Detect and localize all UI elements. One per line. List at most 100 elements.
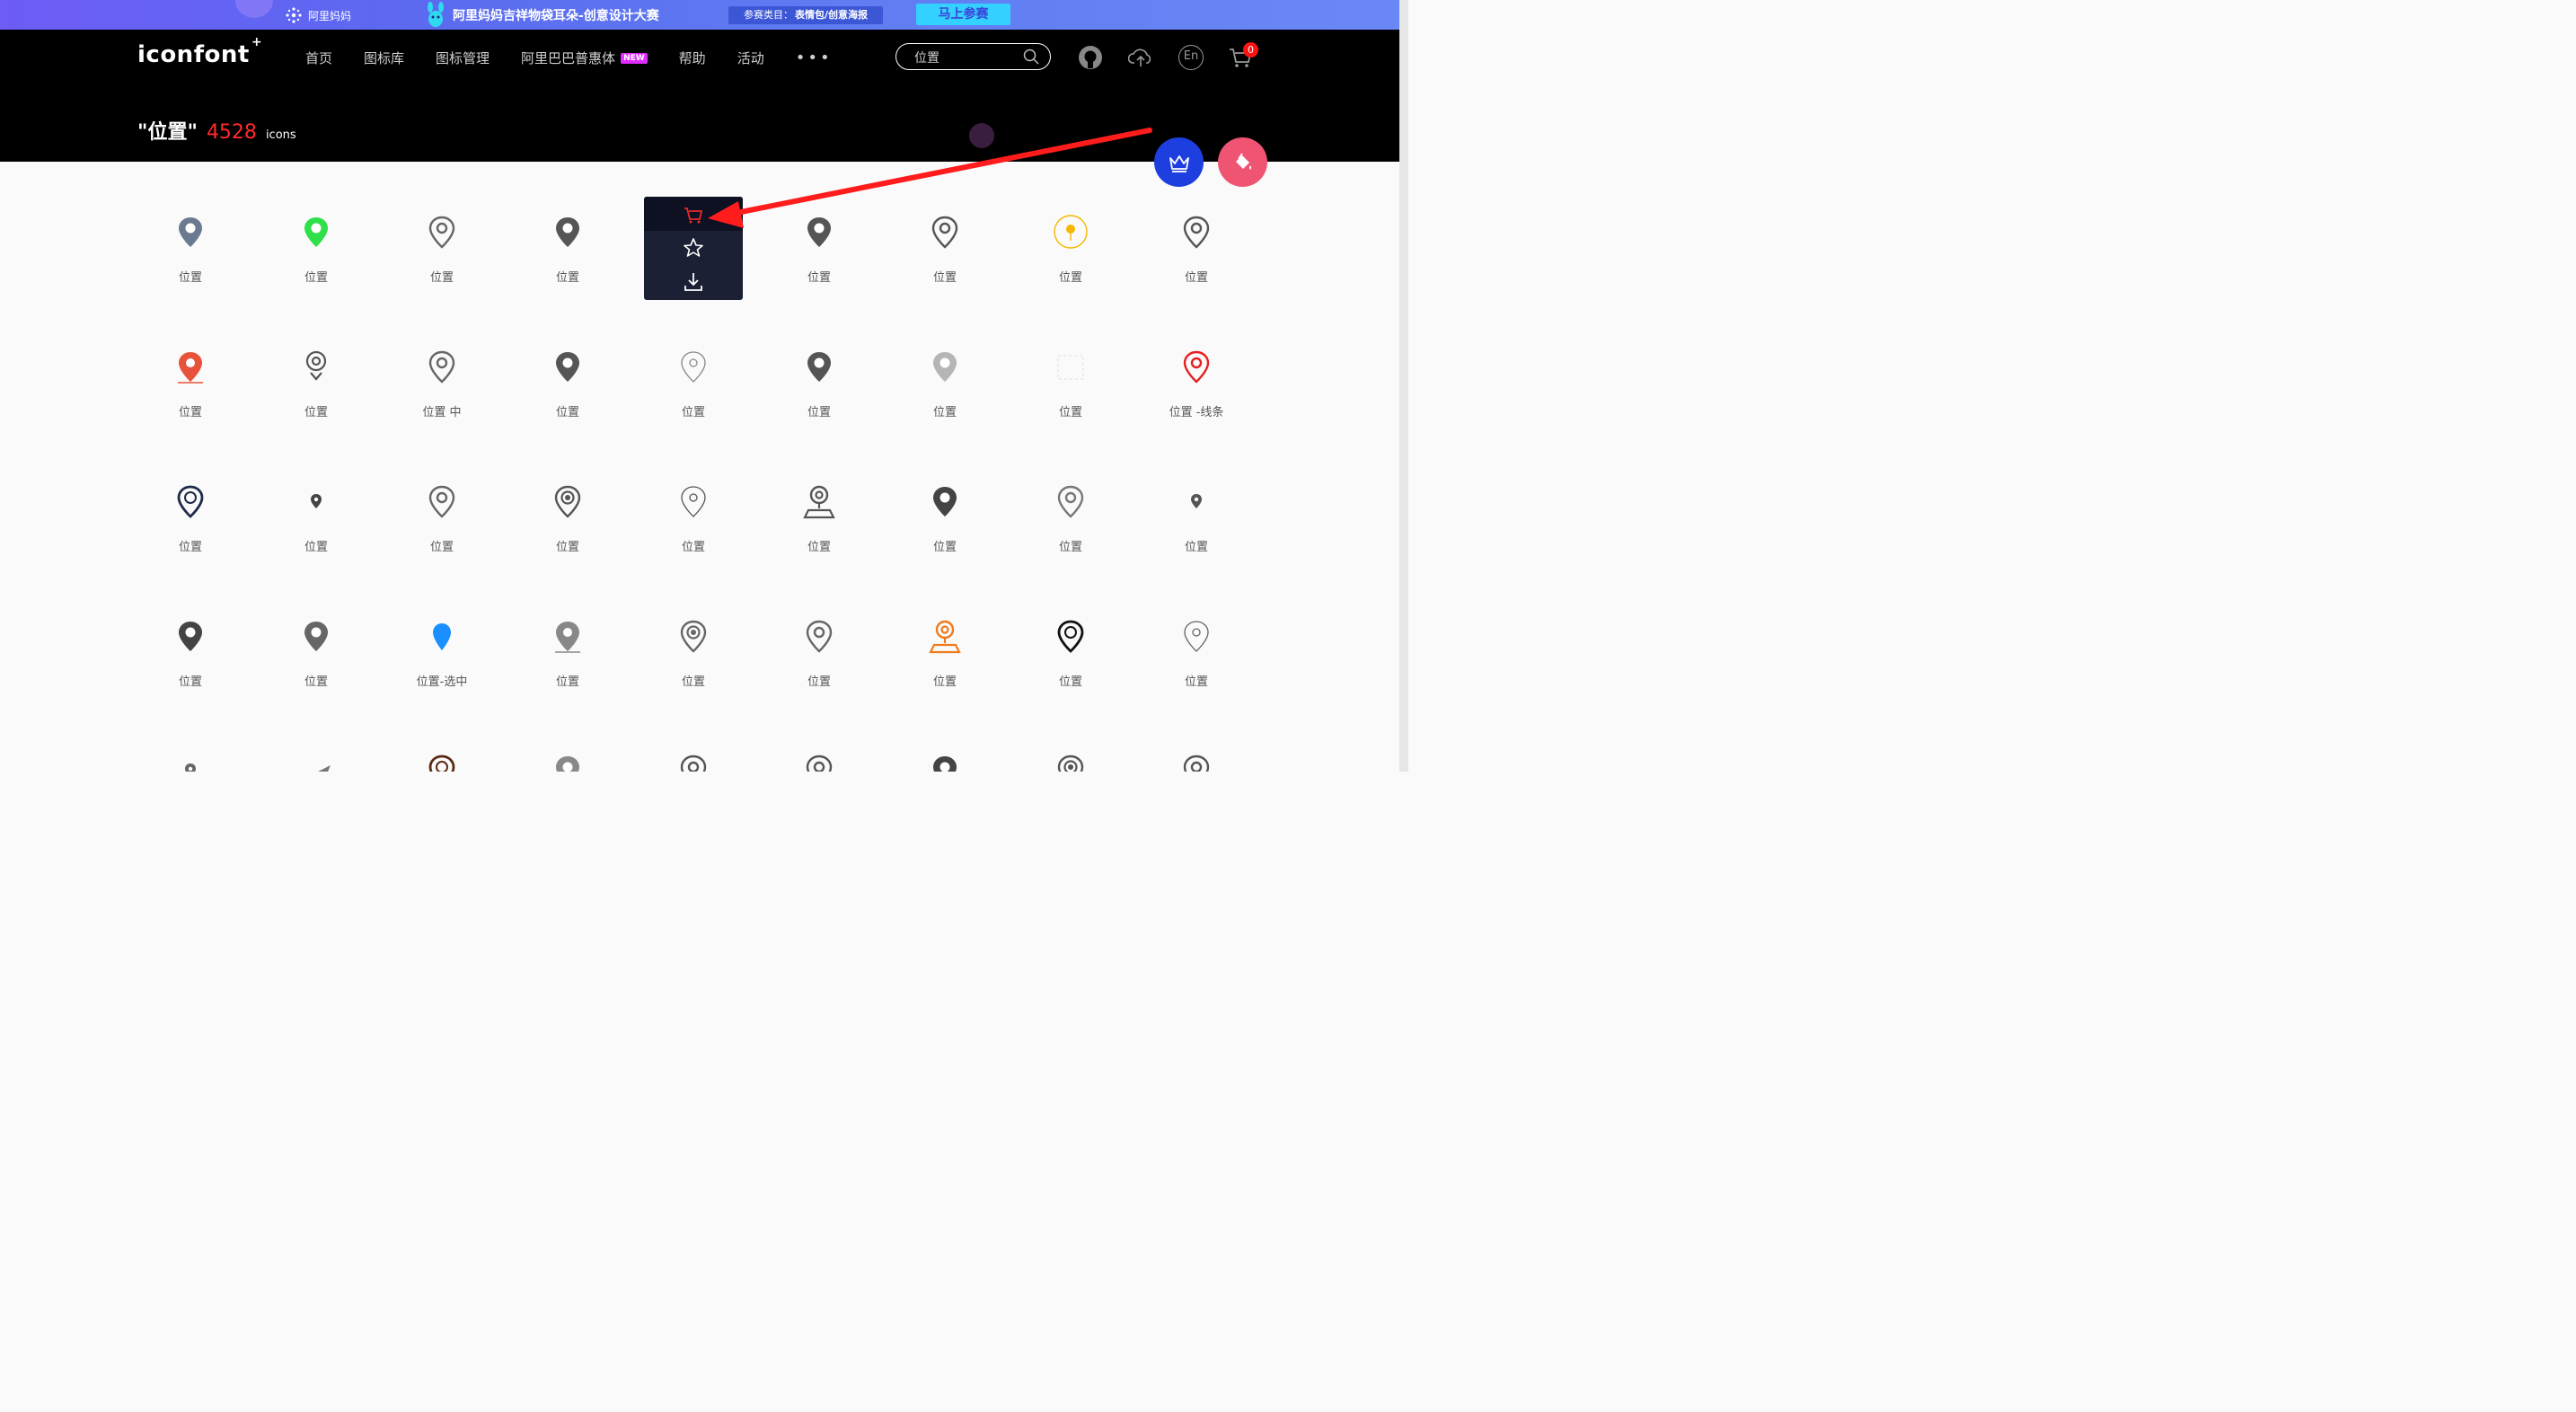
icon-card[interactable]: 位置 <box>1134 198 1259 332</box>
nav-item-puhui-font[interactable]: 阿里巴巴普惠体 NEW <box>521 49 648 67</box>
icon-card[interactable]: 位置-选中 <box>379 602 505 737</box>
icon-card[interactable]: 位置 <box>756 602 882 737</box>
icon-card[interactable]: 位置 <box>379 467 505 602</box>
nav-item-home[interactable]: 首页 <box>305 49 332 67</box>
page-scrollbar[interactable] <box>1399 0 1408 772</box>
icon-card[interactable]: 位置 <box>253 332 379 467</box>
result-count: 4528 <box>206 121 257 144</box>
icon-label: 位置 <box>555 675 579 689</box>
icon-card[interactable]: 位置 -线条 <box>1134 332 1259 467</box>
icon-label: 位置 <box>429 541 454 554</box>
nav-item-icon-management[interactable]: 图标管理 <box>436 49 490 67</box>
icon-card[interactable]: 位置 <box>631 332 756 467</box>
nav-item-icon-library[interactable]: 图标库 <box>364 49 404 67</box>
icon-card[interactable]: 位置 <box>128 602 253 737</box>
location-pin-icon <box>177 485 204 518</box>
favorite-star-icon[interactable] <box>682 236 705 260</box>
icon-label: 位置 <box>807 271 831 285</box>
icon-card[interactable]: 位置 <box>128 467 253 602</box>
icon-card[interactable] <box>631 737 756 772</box>
icon-card[interactable]: 位置 <box>631 602 756 737</box>
location-pin-icon <box>556 352 579 382</box>
icon-card[interactable]: 位置 <box>882 332 1008 467</box>
location-pin-icon <box>555 622 580 653</box>
icon-card[interactable]: 位置 中 <box>379 332 505 467</box>
download-icon[interactable] <box>682 270 705 294</box>
icon-card[interactable]: 位置 <box>505 467 631 602</box>
icon-label: 位置 <box>1058 406 1082 419</box>
icon-label: 位置 <box>932 541 957 554</box>
location-pin-icon <box>178 352 203 384</box>
icon-card[interactable]: 位置 <box>505 198 631 332</box>
icon-card[interactable] <box>505 737 631 772</box>
location-pin-icon <box>185 763 196 772</box>
location-pin-icon <box>1183 350 1210 384</box>
logo-mark: + <box>251 35 263 50</box>
vip-crown-button[interactable] <box>1154 137 1204 187</box>
icon-card[interactable] <box>756 737 882 772</box>
add-to-cart-icon[interactable] <box>682 203 705 226</box>
search-box[interactable] <box>895 43 1051 70</box>
mascot-icon <box>428 2 444 27</box>
icon-card[interactable]: 位置 <box>1008 332 1134 467</box>
icon-card[interactable]: 位置 <box>882 602 1008 737</box>
icon-card[interactable]: 位置 <box>882 198 1008 332</box>
iconfont-logo[interactable]: iconfont + <box>137 35 262 68</box>
more-menu-button[interactable]: ••• <box>796 49 833 67</box>
result-unit: icons <box>265 128 296 142</box>
icon-card[interactable]: 位置 <box>1008 602 1134 737</box>
icon-card[interactable]: 位置 <box>128 198 253 332</box>
decorative-blob <box>235 0 273 18</box>
theme-paint-button[interactable] <box>1218 137 1267 187</box>
icon-label: 位置 <box>304 271 328 285</box>
location-pin-icon <box>556 217 579 247</box>
nav-item-activity[interactable]: 活动 <box>737 49 764 67</box>
icon-card[interactable] <box>379 737 505 772</box>
icon-card[interactable] <box>128 737 253 772</box>
icon-card[interactable] <box>1134 737 1259 772</box>
icon-card[interactable]: 位置 <box>253 467 379 602</box>
language-en-icon[interactable]: En <box>1178 45 1204 70</box>
nav-item-help[interactable]: 帮助 <box>679 49 706 67</box>
icon-card[interactable]: 位置 <box>631 467 756 602</box>
banner-headline: 阿里妈妈吉祥物袋耳朵-创意设计大赛 <box>453 9 659 23</box>
join-contest-button[interactable]: 马上参赛 <box>916 4 1010 25</box>
icon-card[interactable] <box>1008 737 1134 772</box>
icon-label: 位置 <box>681 541 705 554</box>
cloud-upload-icon[interactable] <box>1128 45 1153 70</box>
icon-card[interactable]: 位置 <box>756 467 882 602</box>
icon-label: 位置 <box>304 675 328 689</box>
github-icon[interactable] <box>1078 45 1103 70</box>
icon-card[interactable]: 位置 <box>505 602 631 737</box>
icon-card[interactable] <box>253 737 379 772</box>
icon-card[interactable]: 位置 <box>379 198 505 332</box>
icon-card[interactable]: 位置 <box>882 467 1008 602</box>
icon-card[interactable]: 位置 <box>1008 467 1134 602</box>
search-icon[interactable] <box>1023 49 1039 65</box>
location-pin-icon <box>807 352 831 382</box>
icon-card[interactable]: 位置 <box>505 332 631 467</box>
icon-card[interactable]: 位置 <box>756 332 882 467</box>
location-pin-icon <box>931 216 958 249</box>
location-pin-icon <box>929 620 961 654</box>
icon-card[interactable]: 位置 <box>1134 467 1259 602</box>
location-pin-icon <box>933 756 957 772</box>
location-pin-icon <box>311 494 322 508</box>
icon-card[interactable]: 位置 <box>128 332 253 467</box>
promo-banner[interactable]: 阿里妈妈 阿里妈妈吉祥物袋耳朵-创意设计大赛 参赛类目： 表情包/创意海报 马上… <box>0 0 1399 30</box>
icon-card[interactable]: 位置 <box>1008 198 1134 332</box>
new-badge: NEW <box>621 52 648 64</box>
icon-card[interactable] <box>882 737 1008 772</box>
icon-card[interactable]: 位置 <box>253 198 379 332</box>
icon-label: 位置 <box>178 541 202 554</box>
banner-category: 参赛类目： 表情包/创意海报 <box>728 6 883 24</box>
icon-card[interactable]: 位置 <box>253 602 379 737</box>
paint-bucket-icon <box>1235 153 1251 170</box>
icon-label: 位置 <box>1184 675 1208 689</box>
search-input[interactable] <box>913 48 1019 67</box>
icon-card[interactable]: 位置 <box>1134 602 1259 737</box>
icon-label: 位置 <box>807 675 831 689</box>
icon-card[interactable]: 位置 <box>756 198 882 332</box>
icon-label: 位置 <box>555 406 579 419</box>
location-pin-icon <box>1191 494 1202 508</box>
